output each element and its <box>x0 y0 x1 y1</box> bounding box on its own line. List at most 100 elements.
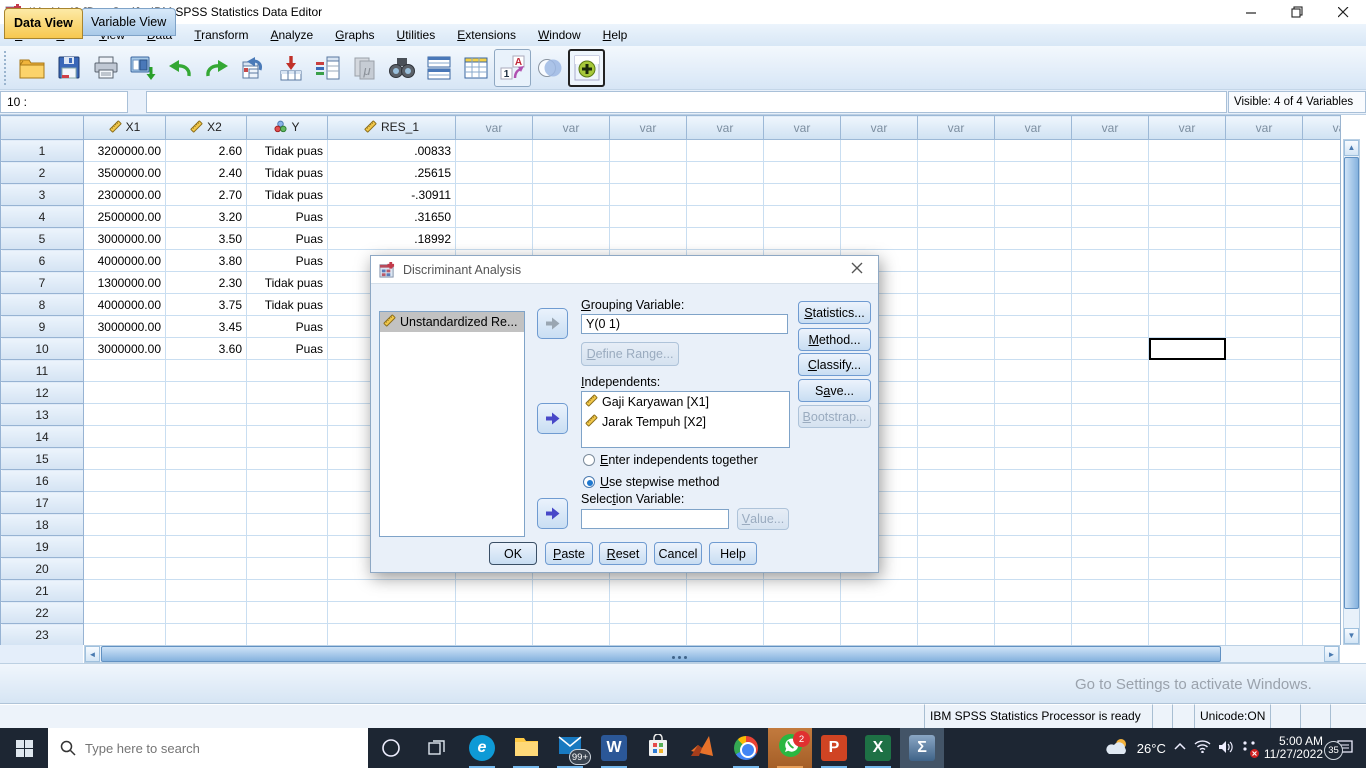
cell[interactable] <box>918 206 995 228</box>
cell[interactable] <box>1226 250 1303 272</box>
cell[interactable] <box>247 558 328 580</box>
temperature-label[interactable]: 26°C <box>1137 741 1166 756</box>
cell[interactable] <box>1072 272 1149 294</box>
cell[interactable] <box>1303 624 1342 646</box>
cell[interactable] <box>610 184 687 206</box>
horizontal-scrollbar[interactable]: ◄ ► <box>84 645 1340 663</box>
menu-help[interactable]: Help <box>592 25 639 45</box>
open-data-button[interactable] <box>13 49 50 87</box>
cell[interactable] <box>533 228 610 250</box>
cell[interactable] <box>1226 492 1303 514</box>
cell[interactable] <box>84 558 166 580</box>
cell[interactable] <box>995 448 1072 470</box>
cell[interactable] <box>918 580 995 602</box>
cell[interactable]: .18992 <box>328 228 456 250</box>
cell[interactable] <box>995 426 1072 448</box>
cell[interactable] <box>166 426 247 448</box>
cell-reference[interactable]: 10 : <box>0 91 128 113</box>
notification-center-icon[interactable]: 35 <box>1330 740 1360 756</box>
cell[interactable] <box>1226 338 1303 360</box>
cell[interactable] <box>1072 294 1149 316</box>
row-header[interactable]: 2 <box>1 162 84 184</box>
row-header[interactable]: 15 <box>1 448 84 470</box>
cell[interactable] <box>1072 580 1149 602</box>
taskbar-app-edge[interactable]: e <box>460 728 504 768</box>
dialog-close-button[interactable] <box>846 261 868 279</box>
value-labels-button[interactable]: A1 <box>494 49 531 87</box>
cell[interactable] <box>456 184 533 206</box>
taskbar-app-spss[interactable]: Σ <box>900 728 944 768</box>
cell[interactable] <box>166 536 247 558</box>
cell[interactable]: 3000000.00 <box>84 338 166 360</box>
cell[interactable] <box>1149 272 1226 294</box>
cell[interactable] <box>841 602 918 624</box>
classify-button[interactable]: Classify... <box>798 353 871 376</box>
save-data-button[interactable] <box>50 49 87 87</box>
column-header-var[interactable]: var <box>764 116 841 140</box>
cell[interactable]: 2500000.00 <box>84 206 166 228</box>
independent-variable-item[interactable]: Gaji Karyawan [X1] <box>582 392 789 412</box>
cell[interactable] <box>918 140 995 162</box>
cell[interactable] <box>1149 536 1226 558</box>
cell[interactable] <box>533 624 610 646</box>
cell[interactable] <box>687 206 764 228</box>
scroll-down-arrow[interactable]: ▼ <box>1344 628 1359 644</box>
cell[interactable] <box>1072 162 1149 184</box>
cell[interactable] <box>533 140 610 162</box>
cell[interactable]: 3500000.00 <box>84 162 166 184</box>
cell[interactable] <box>1226 228 1303 250</box>
cell[interactable] <box>1149 514 1226 536</box>
cell[interactable] <box>918 250 995 272</box>
cell[interactable] <box>995 492 1072 514</box>
cell[interactable]: 2.70 <box>166 184 247 206</box>
cell[interactable] <box>328 624 456 646</box>
cell[interactable]: 2.60 <box>166 140 247 162</box>
tab-data-view[interactable]: Data View <box>4 8 83 39</box>
row-header[interactable]: 5 <box>1 228 84 250</box>
row-header[interactable]: 13 <box>1 404 84 426</box>
cell[interactable] <box>1226 558 1303 580</box>
cell[interactable] <box>1226 206 1303 228</box>
cell[interactable] <box>456 624 533 646</box>
start-button[interactable] <box>0 728 48 768</box>
column-header-var[interactable]: var <box>533 116 610 140</box>
taskbar-app-word[interactable]: W <box>592 728 636 768</box>
cell[interactable]: 3000000.00 <box>84 316 166 338</box>
cell[interactable] <box>610 206 687 228</box>
cell[interactable] <box>841 140 918 162</box>
menu-utilities[interactable]: Utilities <box>386 25 447 45</box>
column-header-var[interactable]: var <box>1072 116 1149 140</box>
cell[interactable] <box>918 316 995 338</box>
row-header[interactable]: 21 <box>1 580 84 602</box>
cell[interactable] <box>247 492 328 514</box>
column-header-var[interactable]: var <box>1226 116 1303 140</box>
cell[interactable] <box>1303 206 1342 228</box>
find-button[interactable] <box>383 49 420 87</box>
cell[interactable] <box>995 272 1072 294</box>
cell[interactable] <box>918 228 995 250</box>
cell[interactable]: 3.50 <box>166 228 247 250</box>
cell[interactable]: Tidak puas <box>247 140 328 162</box>
cell[interactable] <box>687 184 764 206</box>
cell[interactable] <box>1303 184 1342 206</box>
cell[interactable]: Tidak puas <box>247 184 328 206</box>
column-header-X2[interactable]: X2 <box>166 116 247 140</box>
cell[interactable] <box>918 448 995 470</box>
vertical-scrollbar[interactable]: ▲ ▼ <box>1343 139 1360 645</box>
cell[interactable] <box>1149 184 1226 206</box>
radio-stepwise[interactable]: Use stepwise method <box>583 475 720 489</box>
cell[interactable] <box>1149 470 1226 492</box>
cell[interactable] <box>1149 206 1226 228</box>
cell[interactable] <box>166 382 247 404</box>
people-status-icon[interactable] <box>1241 740 1257 757</box>
cell[interactable] <box>687 580 764 602</box>
cell[interactable] <box>166 470 247 492</box>
cell[interactable] <box>1072 140 1149 162</box>
cell[interactable] <box>995 404 1072 426</box>
move-selection-variable-button[interactable] <box>537 498 568 529</box>
cell[interactable] <box>1303 558 1342 580</box>
cell[interactable] <box>995 140 1072 162</box>
variables-button[interactable] <box>309 49 346 87</box>
cell[interactable] <box>1303 514 1342 536</box>
cell[interactable] <box>764 624 841 646</box>
